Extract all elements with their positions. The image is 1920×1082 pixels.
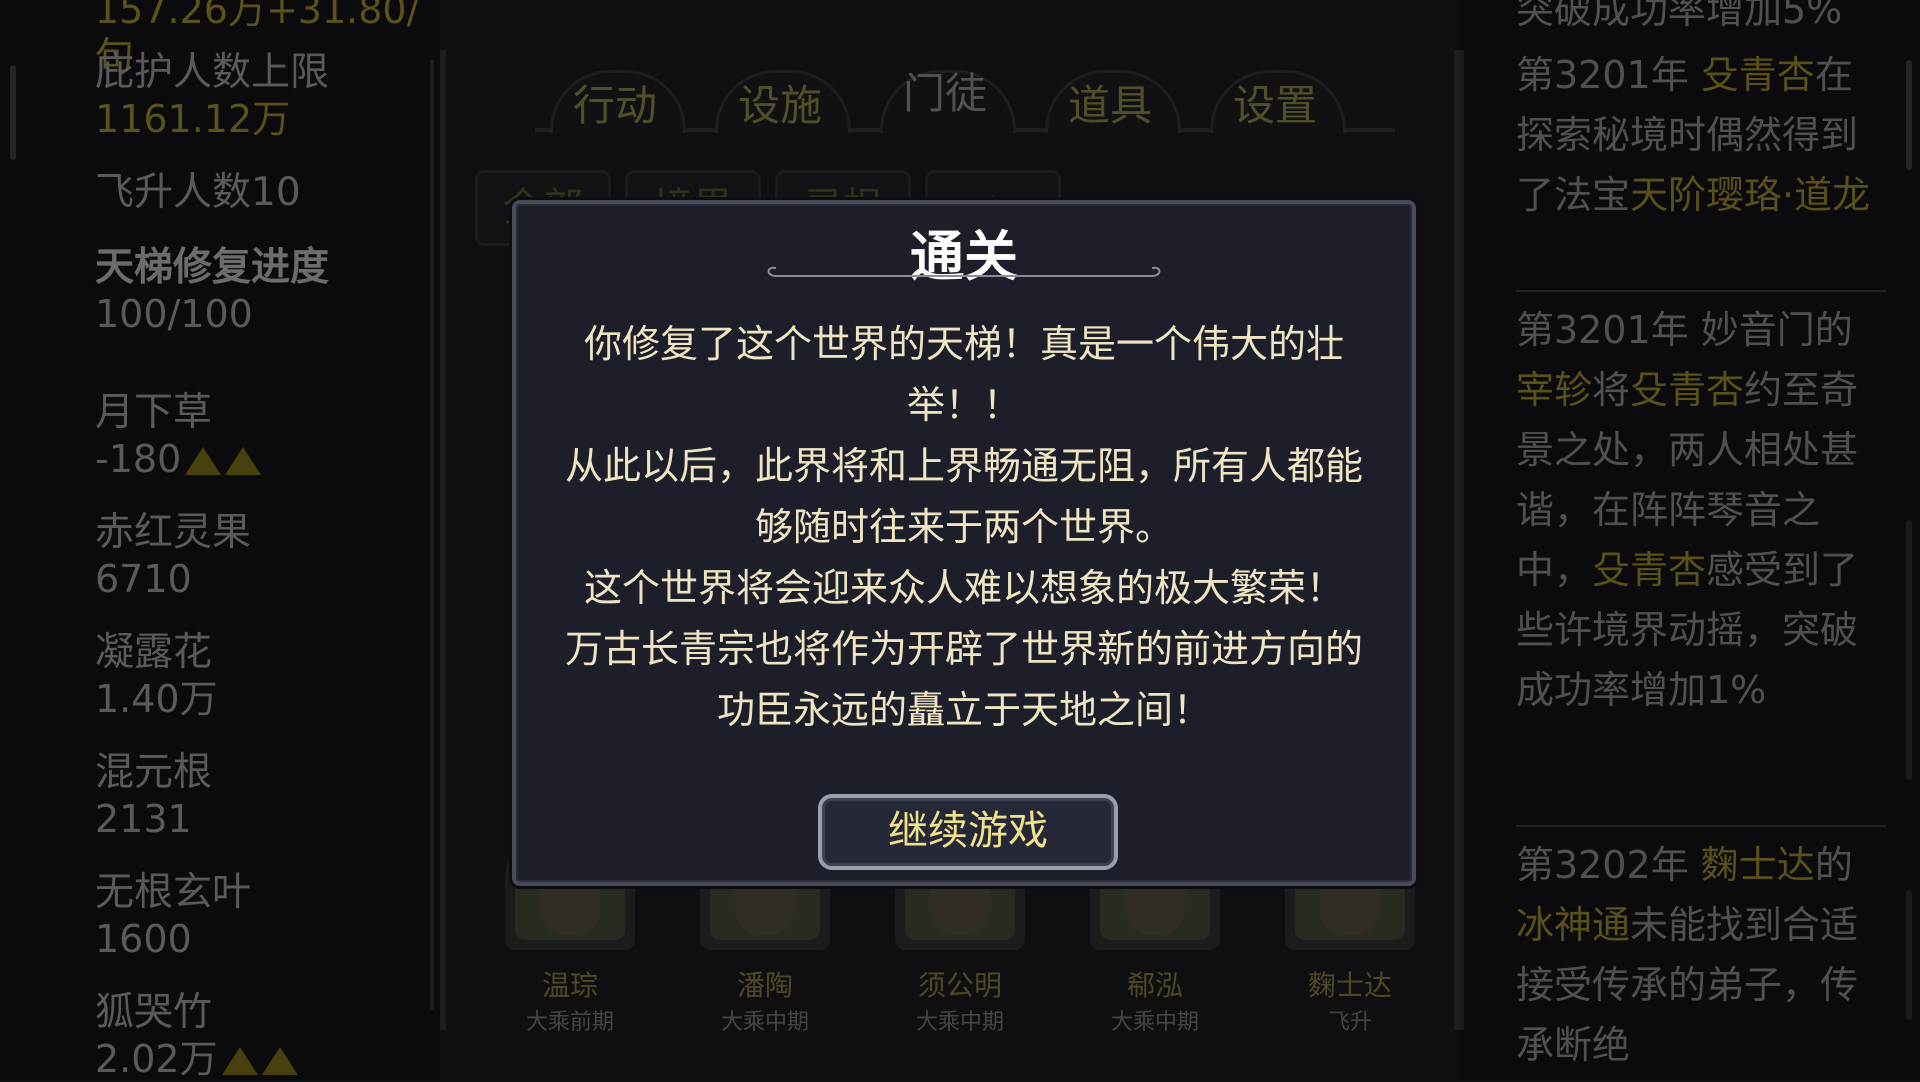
dialog-paragraph: 你修复了这个世界的天梯！真是一个伟大的壮举！！ [583,322,1344,427]
dialog-body: 你修复了这个世界的天梯！真是一个伟大的壮举！！ 从此以后，此界将和上界畅通无阻，… [556,314,1372,741]
dialog-paragraph: 这个世界将会迎来众人难以想象的极大繁荣！ [583,566,1344,610]
title-ornament [767,266,1161,277]
dialog-paragraph: 从此以后，此界将和上界畅通无阻，所有人都能够随时往来于两个世界。 [564,444,1363,549]
dialog-paragraph: 万古长青宗也将作为开辟了世界新的前进方向的功臣永远的矗立于天地之间！ [564,627,1363,732]
game-clear-dialog: 通关 你修复了这个世界的天梯！真是一个伟大的壮举！！ 从此以后，此界将和上界畅通… [512,200,1416,886]
continue-game-button[interactable]: 继续游戏 [818,794,1118,870]
